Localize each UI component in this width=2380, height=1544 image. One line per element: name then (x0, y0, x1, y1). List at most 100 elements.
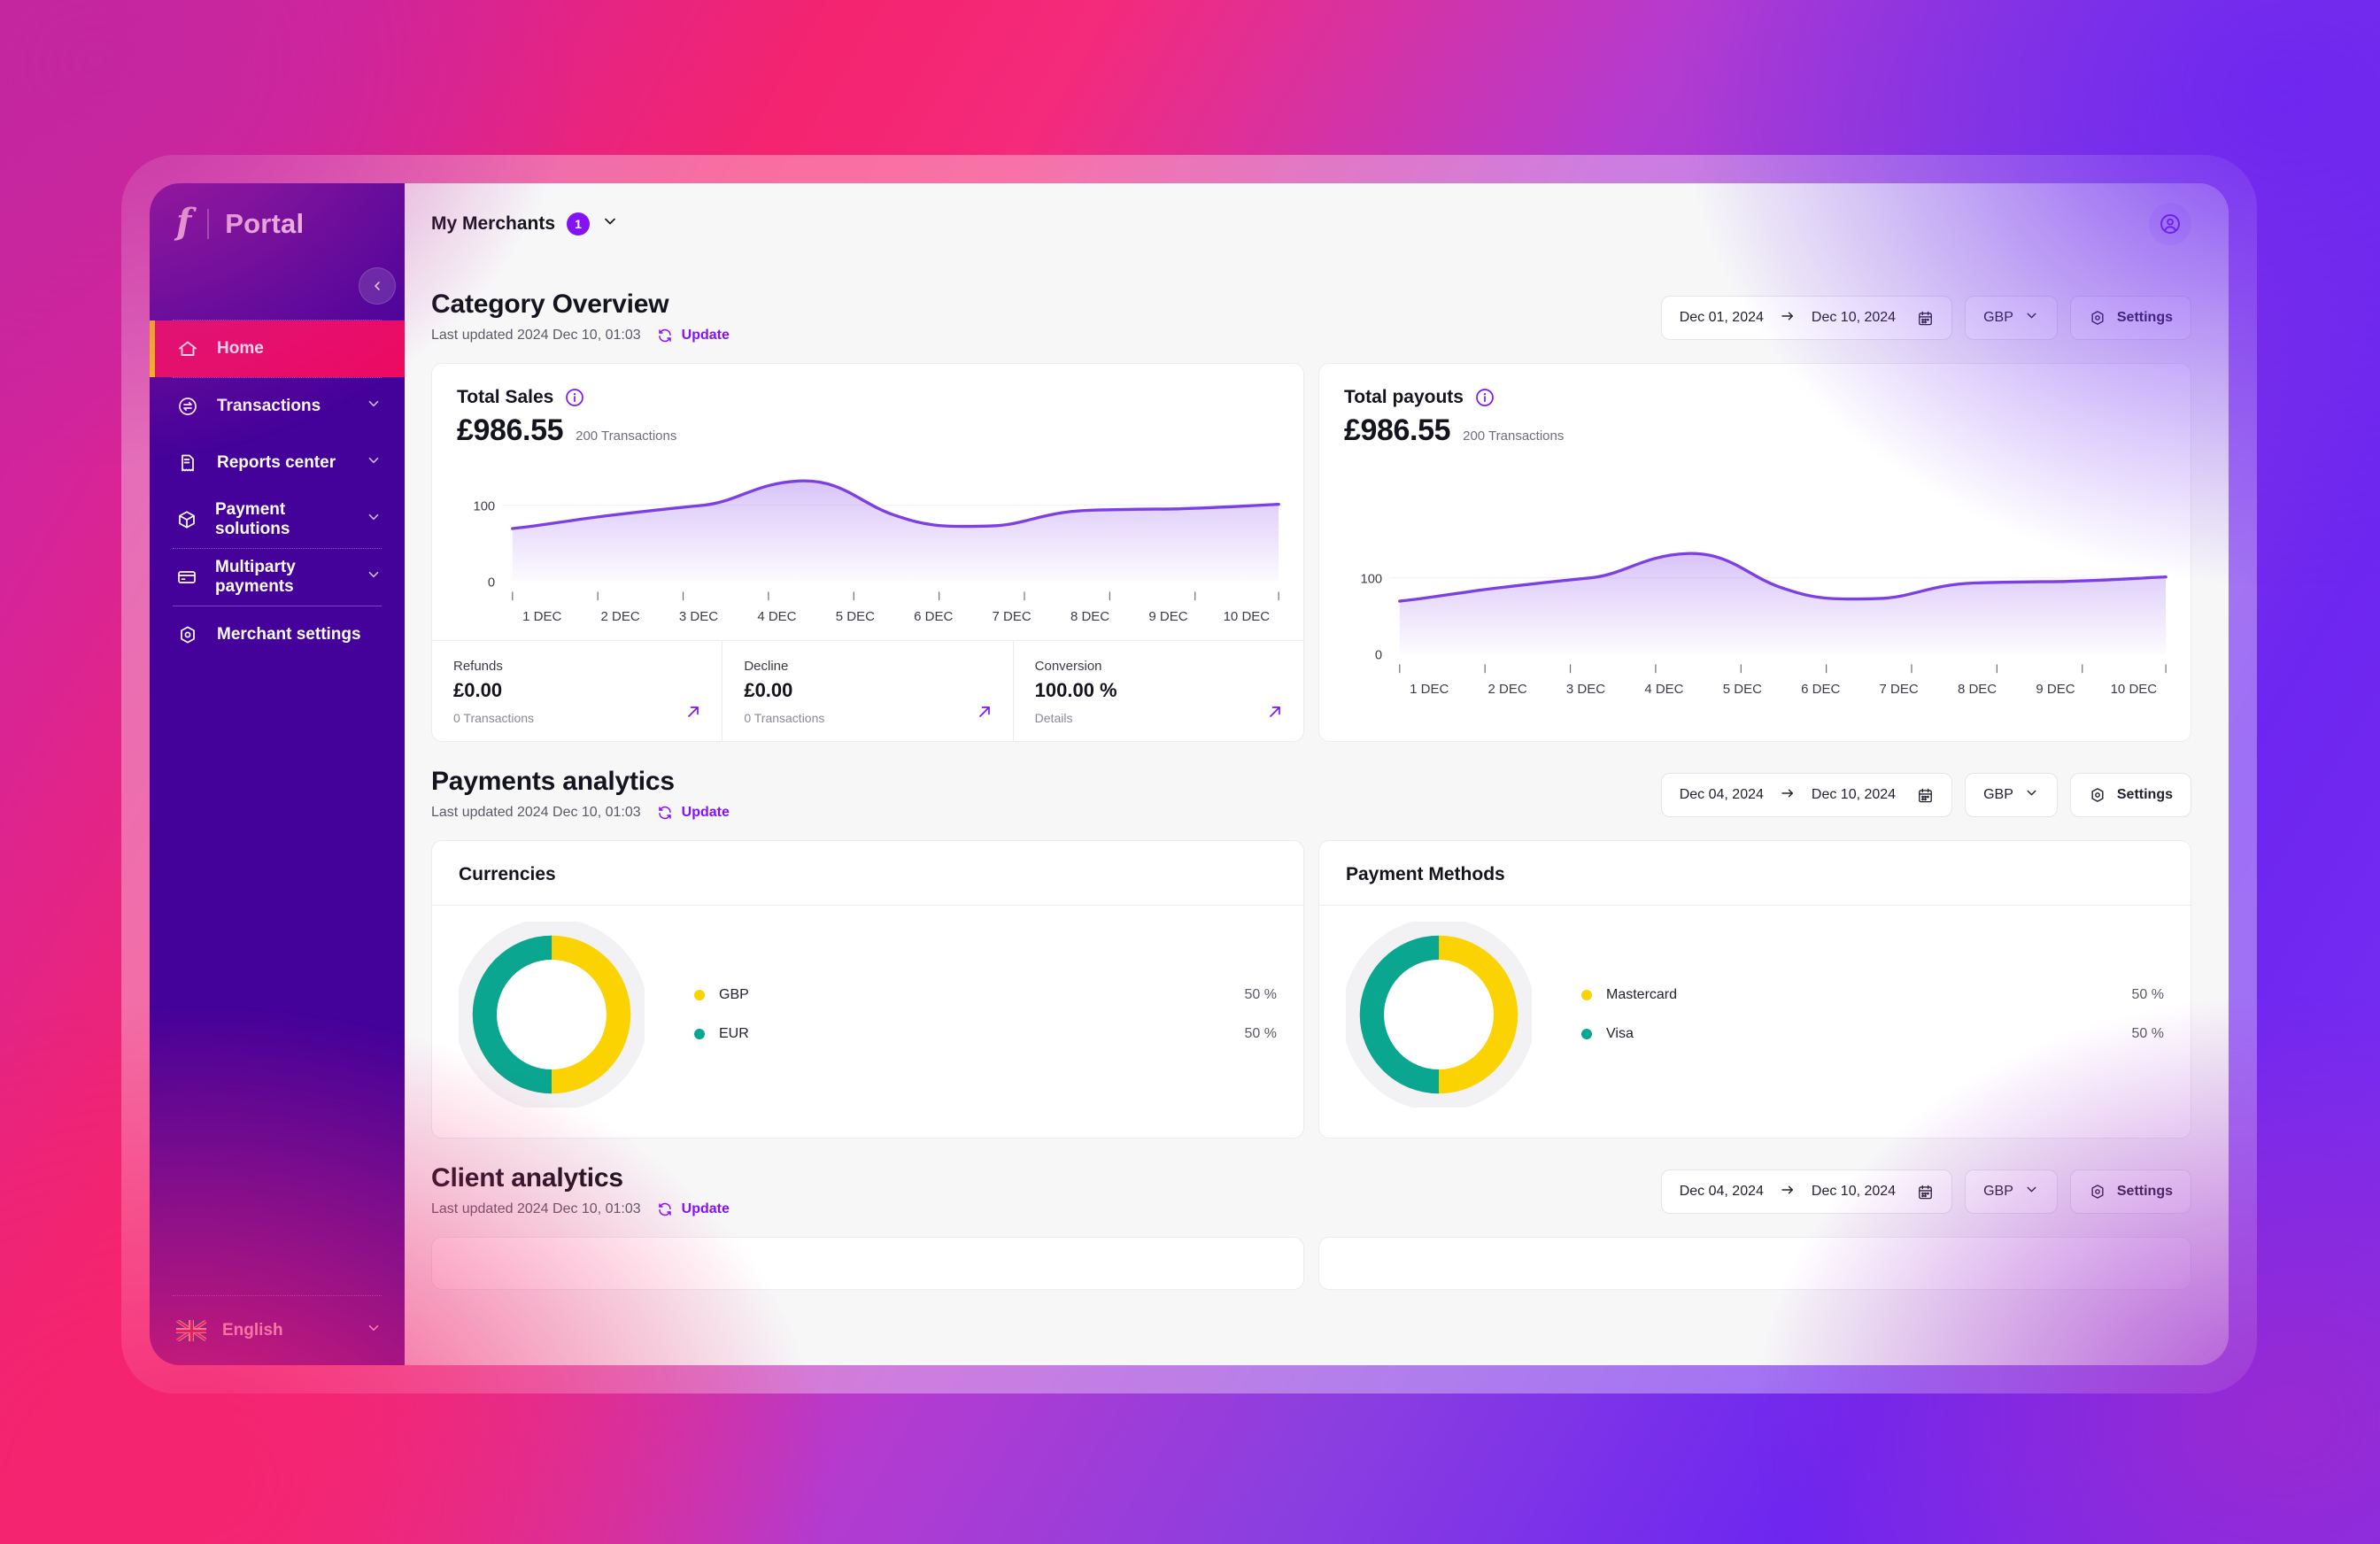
box-icon (176, 508, 197, 531)
section-title: Client analytics (431, 1163, 623, 1193)
category-overview-subtitle: Last updated 2024 Dec 10, 01:03 Update (431, 328, 730, 344)
total-sales-chart: 100 0 1 DEC 2 DEC 3 DEC 4 DEC 5 DEC 6 DE… (432, 448, 1303, 640)
arrow-up-right-icon[interactable] (976, 703, 993, 725)
legend-color-dot (1581, 990, 1592, 1000)
sidebar-item-label: Merchant settings (217, 625, 361, 644)
arrow-up-right-icon[interactable] (684, 703, 702, 725)
date-range-picker[interactable]: Dec 04, 2024 Dec 10, 2024 (1660, 1170, 1953, 1214)
settings-button[interactable]: Settings (2069, 296, 2191, 340)
currency-selector[interactable]: GBP (1965, 1170, 2058, 1214)
date-to: Dec 10, 2024 (1811, 787, 1897, 802)
arrow-up-right-icon[interactable] (1266, 703, 1284, 725)
legend-label: Mastercard (1606, 987, 1678, 1002)
category-overview-titleblock: Category Overview Last updated 2024 Dec … (431, 290, 730, 344)
legend-value: 50 % (1244, 987, 1277, 1002)
user-circle-icon (2160, 214, 2180, 234)
section-title: Payments analytics (431, 767, 675, 796)
payments-analytics-titleblock: Payments analytics Last updated 2024 Dec… (431, 767, 730, 821)
x-tick-label: 1 DEC (522, 609, 562, 624)
currency-selector[interactable]: GBP (1965, 773, 2058, 817)
sidebar-item-label: Transactions (217, 397, 321, 415)
legend-color-dot (694, 990, 705, 1000)
date-to: Dec 10, 2024 (1811, 310, 1897, 325)
stat-conversion: Conversion 100.00 % Details (1014, 641, 1303, 741)
legend-item: GBP 50 % (694, 976, 1277, 1015)
svg-text:0: 0 (1375, 649, 1382, 663)
client-analytics-header: Client analytics Last updated 2024 Dec 1… (431, 1139, 2191, 1237)
last-updated-text: Last updated 2024 Dec 10, 01:03 (431, 805, 641, 820)
sidebar-collapse-button[interactable] (359, 267, 396, 305)
legend-item: Mastercard 50 % (1581, 976, 2164, 1015)
payments-analytics-controls: Dec 04, 2024 Dec 10, 2024 GBP Settings (1660, 773, 2191, 821)
merchants-label: My Merchants (431, 213, 556, 234)
card-title: Total payouts (1344, 387, 1464, 407)
client-analytics-card-right (1318, 1237, 2191, 1290)
merchants-count-badge: 1 (567, 212, 591, 235)
info-icon[interactable] (1474, 387, 1495, 408)
x-tick-label: 4 DEC (757, 609, 797, 624)
stat-value: £0.00 (744, 679, 793, 701)
total-payouts-chart: 100 0 1 DEC 2 DEC 3 DEC 4 DEC 5 DEC 6 DE… (1319, 448, 2191, 713)
chevron-left-icon (375, 282, 380, 290)
x-tick-label: 9 DEC (2036, 682, 2075, 697)
user-account-button[interactable] (2149, 203, 2191, 245)
stat-footnote: Details (1034, 711, 1073, 725)
sidebar-item-reports-center[interactable]: Reports center (150, 435, 405, 491)
total-sales-card: Total Sales £986.55 200 Transactions 100… (431, 363, 1304, 742)
x-tick-label: 2 DEC (1488, 682, 1527, 697)
total-payouts-transactions: 200 Transactions (1463, 428, 1565, 444)
sidebar-brand[interactable]: f Portal (150, 183, 405, 265)
total-sales-header: Total Sales £986.55 200 Transactions (432, 364, 1303, 448)
sidebar-item-multiparty-payments[interactable]: Multiparty payments (150, 549, 405, 606)
refresh-icon[interactable] (657, 1201, 673, 1217)
x-tick-label: 6 DEC (1801, 682, 1841, 697)
sidebar-item-label: Home (217, 339, 264, 358)
currency-value: GBP (1983, 1184, 2013, 1199)
main-area: My Merchants 1 Category Overview Last up… (405, 183, 2229, 1365)
date-from: Dec 04, 2024 (1679, 787, 1764, 802)
chevron-down-icon (2024, 308, 2039, 328)
chevron-down-icon (366, 509, 382, 530)
brand-divider (207, 209, 210, 239)
card-title: Total Sales (457, 387, 554, 407)
update-link[interactable]: Update (682, 328, 730, 344)
update-link[interactable]: Update (682, 1201, 730, 1217)
date-range-picker[interactable]: Dec 01, 2024 Dec 10, 2024 (1660, 296, 1953, 340)
currency-value: GBP (1983, 787, 2013, 802)
stat-label: Decline (744, 659, 789, 674)
chevron-down-icon (366, 452, 382, 474)
sidebar-item-home[interactable]: Home (150, 320, 405, 377)
date-to: Dec 10, 2024 (1811, 1184, 1897, 1199)
payment-methods-donut-chart (1346, 922, 1532, 1108)
stat-value: £0.00 (453, 679, 503, 701)
legend-value: 50 % (2131, 987, 2164, 1002)
svg-text:100: 100 (1361, 573, 1383, 587)
update-link[interactable]: Update (682, 805, 730, 821)
refresh-icon[interactable] (657, 328, 673, 344)
x-tick-label: 7 DEC (1879, 682, 1919, 697)
date-range-picker[interactable]: Dec 04, 2024 Dec 10, 2024 (1660, 773, 1953, 817)
sidebar-item-transactions[interactable]: Transactions (150, 378, 405, 435)
settings-button[interactable]: Settings (2069, 1170, 2191, 1214)
analytics-cards-row: Currencies GBP 50 % EUR 50 % Payment Met… (431, 840, 2191, 1139)
legend-item: Visa 50 % (1581, 1015, 2164, 1054)
stat-footnote: 0 Transactions (744, 711, 825, 725)
info-icon[interactable] (564, 387, 585, 408)
desktop-background: f Portal Home Transactions Reports cente… (0, 0, 2380, 1544)
total-payouts-header: Total payouts £986.55 200 Transactions (1319, 364, 2191, 448)
card-title: Payment Methods (1346, 864, 1505, 884)
overview-cards-row: Total Sales £986.55 200 Transactions 100… (431, 363, 2191, 742)
settings-button[interactable]: Settings (2069, 773, 2191, 817)
refresh-icon[interactable] (657, 805, 673, 821)
currencies-card-head: Currencies (432, 841, 1303, 905)
language-selector[interactable]: English (150, 1296, 405, 1365)
gear-hex-icon (176, 623, 199, 646)
legend-value: 50 % (1244, 1026, 1277, 1041)
card-icon (176, 566, 197, 589)
merchants-selector[interactable]: My Merchants 1 (431, 212, 619, 235)
sidebar-item-label: Payment solutions (215, 500, 290, 538)
sidebar-item-payment-solutions[interactable]: Payment solutions (150, 491, 405, 548)
currency-selector[interactable]: GBP (1965, 296, 2058, 340)
sidebar-item-merchant-settings[interactable]: Merchant settings (150, 606, 405, 663)
client-analytics-cards-row (431, 1237, 2191, 1290)
